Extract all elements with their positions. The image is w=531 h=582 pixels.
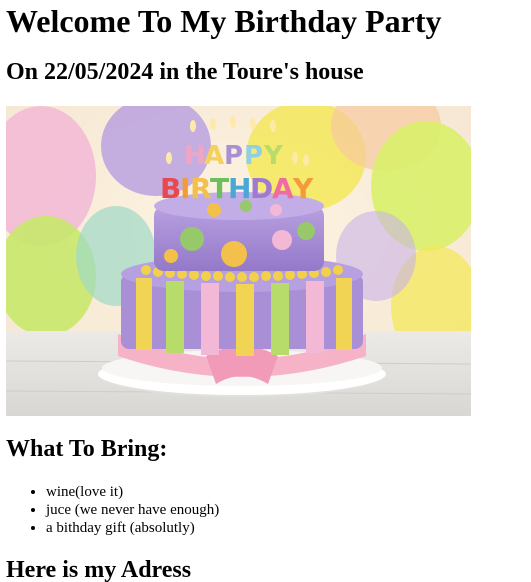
list-item: juce (we never have enough) bbox=[46, 501, 219, 519]
address-heading: Here is my Adress bbox=[6, 557, 192, 582]
what-to-bring-heading: What To Bring: bbox=[6, 436, 168, 462]
list-item: wine(love it) bbox=[46, 483, 219, 501]
svg-text:A: A bbox=[272, 172, 294, 205]
svg-text:I: I bbox=[180, 172, 190, 205]
svg-text:Y: Y bbox=[292, 172, 314, 205]
party-date-location: On 22/05/2024 in the Toure's house bbox=[6, 59, 364, 85]
svg-text:D: D bbox=[250, 172, 273, 205]
list-item: a bithday gift (absolutly) bbox=[46, 519, 219, 537]
bring-list: wine(love it) juce (we never have enough… bbox=[6, 483, 219, 537]
svg-text:R: R bbox=[190, 172, 212, 205]
svg-text:B: B bbox=[160, 172, 181, 205]
svg-text:P: P bbox=[224, 141, 243, 171]
birthday-cake-image: H A P P Y B I R T H D A Y bbox=[6, 106, 471, 416]
svg-text:H: H bbox=[228, 172, 251, 205]
svg-text:A: A bbox=[204, 141, 224, 171]
svg-text:T: T bbox=[210, 172, 229, 205]
page-title: Welcome To My Birthday Party bbox=[6, 3, 442, 39]
svg-text:H: H bbox=[184, 141, 206, 171]
svg-text:Y: Y bbox=[263, 141, 284, 171]
svg-text:P: P bbox=[244, 141, 263, 171]
